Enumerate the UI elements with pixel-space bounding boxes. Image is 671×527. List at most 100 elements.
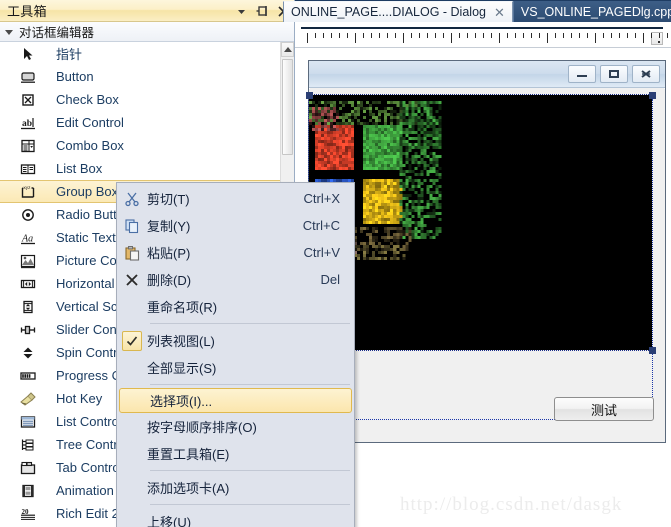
cut-icon	[117, 191, 147, 207]
ruler-tick	[371, 33, 372, 38]
menu-separator	[150, 384, 350, 385]
toolbox-item-button[interactable]: Button	[0, 65, 280, 88]
toolbox-item-combo-box[interactable]: Combo Box	[0, 134, 280, 157]
close-button[interactable]	[632, 65, 660, 83]
ruler-tick	[331, 33, 332, 38]
context-menu-item[interactable]: 上移(U)	[117, 508, 354, 527]
document-tab[interactable]: VS_ONLINE_PAGEDlg.cpp	[512, 1, 671, 22]
tab-label: VS_ONLINE_PAGEDlg.cpp	[520, 4, 671, 19]
ruler-tick	[451, 33, 452, 43]
edit-control-icon: ab	[18, 114, 38, 132]
ruler-tick	[315, 33, 316, 38]
context-menu-item-label: 按字母顺序排序(O)	[147, 420, 257, 435]
ruler-tick	[459, 33, 460, 38]
selection-guide	[652, 99, 653, 419]
combobox-icon	[18, 137, 38, 155]
context-menu: 剪切(T) Ctrl+X 复制(Y) Ctrl+C 粘贴(P) Ctrl+V 删除(D) De…	[116, 182, 355, 527]
toolbox-item-check-box[interactable]: Check Box	[0, 88, 280, 111]
document-tab-active[interactable]: ONLINE_PAGE....DIALOG - Dialog ✕	[283, 1, 513, 22]
context-menu-item-label: 上移(U)	[147, 515, 192, 527]
svg-text:ab: ab	[22, 119, 32, 129]
context-menu-item-label: 重置工具箱(E)	[147, 447, 230, 462]
context-menu-item[interactable]: 粘贴(P) Ctrl+V	[117, 239, 354, 266]
context-menu-item[interactable]: 按字母顺序排序(O)	[117, 413, 354, 440]
vscroll-icon	[18, 298, 38, 316]
toolbox-group-dialog-editor[interactable]: 对话框编辑器	[0, 22, 294, 42]
toolbox-item-[interactable]: 指针	[0, 42, 280, 65]
context-menu-item-label: 添加选项卡(A)	[147, 481, 230, 496]
chevron-down-icon[interactable]	[235, 4, 248, 18]
ruler-tick	[643, 33, 644, 43]
ruler-tick	[491, 33, 492, 38]
list-control-icon	[18, 413, 38, 431]
context-menu-item[interactable]: 剪切(T) Ctrl+X	[117, 185, 354, 212]
ruler-tick	[403, 33, 404, 43]
ruler-tick	[443, 33, 444, 38]
document-tab-strip: ONLINE_PAGE....DIALOG - Dialog ✕ VS_ONLINE…	[283, 0, 671, 22]
paste-icon	[117, 245, 147, 261]
minimize-button[interactable]	[568, 65, 596, 83]
ruler-tick	[635, 33, 636, 38]
ruler-tick	[651, 33, 652, 38]
context-menu-item[interactable]: 复制(Y) Ctrl+C	[117, 212, 354, 239]
ruler-end-marker	[651, 32, 663, 45]
slider-icon	[18, 321, 38, 339]
ruler-tick	[555, 33, 556, 38]
checkbox-icon	[18, 91, 38, 109]
toolbox-group-label: 对话框编辑器	[19, 26, 95, 40]
copy-icon	[117, 218, 147, 234]
svg-text:xyz: xyz	[24, 185, 32, 190]
ruler-tick	[379, 33, 380, 38]
app-root: 工具箱 对话框编辑器 指针 Button Check Box ab Edit C…	[0, 0, 671, 527]
hotkey-icon	[18, 390, 38, 408]
selection-handle[interactable]	[649, 347, 656, 354]
ruler-tick	[563, 33, 564, 38]
toolbox-item-label: List Box	[56, 161, 103, 176]
context-menu-item[interactable]: 重置工具箱(E)	[117, 440, 354, 467]
menu-separator	[150, 470, 350, 471]
tab-close-icon[interactable]: ✕	[494, 6, 505, 19]
toolbox-item-list-box[interactable]: List Box	[0, 157, 280, 180]
groupbox-icon: xyz	[18, 183, 38, 201]
toolbox-item-label: Tab Control	[56, 460, 123, 475]
toolbox-item-label: Button	[56, 69, 94, 84]
scroll-up-button[interactable]	[281, 42, 294, 57]
toolbox-item-label: Edit Control	[56, 115, 124, 130]
selection-handle[interactable]	[306, 92, 313, 99]
context-menu-item-label: 复制(Y)	[147, 219, 191, 234]
watermark-text: http://blog.csdn.net/dasgk	[400, 494, 623, 515]
ruler-tick	[339, 33, 340, 38]
ruler-tick	[387, 33, 388, 38]
ruler-tick	[363, 33, 364, 38]
toolbox-item-label: 指针	[56, 47, 83, 62]
static-text-icon: Aa	[18, 229, 38, 247]
ruler-tick	[419, 33, 420, 38]
context-menu-item-label: 重命名项(R)	[147, 300, 218, 315]
selection-handle[interactable]	[649, 92, 656, 99]
ruler-tick	[483, 33, 484, 38]
ruler-tick	[515, 33, 516, 38]
toolbox-item-edit-control[interactable]: ab Edit Control	[0, 111, 280, 134]
context-menu-item[interactable]: 列表视图(L)	[117, 327, 354, 354]
pin-icon[interactable]	[256, 4, 269, 18]
ruler-tick	[499, 33, 500, 43]
ruler-tick	[475, 33, 476, 38]
context-menu-item[interactable]: 删除(D) Del	[117, 266, 354, 293]
context-menu-item[interactable]: 添加选项卡(A)	[117, 474, 354, 501]
toolbox-item-label: Combo Box	[56, 138, 124, 153]
context-menu-item-label: 粘贴(P)	[147, 246, 191, 261]
hscroll-icon	[18, 275, 38, 293]
picture-control[interactable]	[308, 94, 653, 351]
ruler-tick	[627, 33, 628, 38]
toolbox-item-label: Group Box	[56, 184, 119, 199]
test-button[interactable]: 测试	[554, 397, 654, 421]
context-menu-item[interactable]: 重命名项(R)	[117, 293, 354, 320]
check-icon	[117, 330, 147, 351]
ruler-tick	[547, 33, 548, 43]
context-menu-item[interactable]: 选择项(I)...	[119, 388, 352, 413]
toolbox-title: 工具箱	[7, 4, 47, 19]
context-menu-item[interactable]: 全部显示(S)	[117, 354, 354, 381]
context-menu-item-label: 删除(D)	[147, 273, 192, 288]
scrollbar-thumb[interactable]	[282, 59, 293, 155]
maximize-button[interactable]	[600, 65, 628, 83]
